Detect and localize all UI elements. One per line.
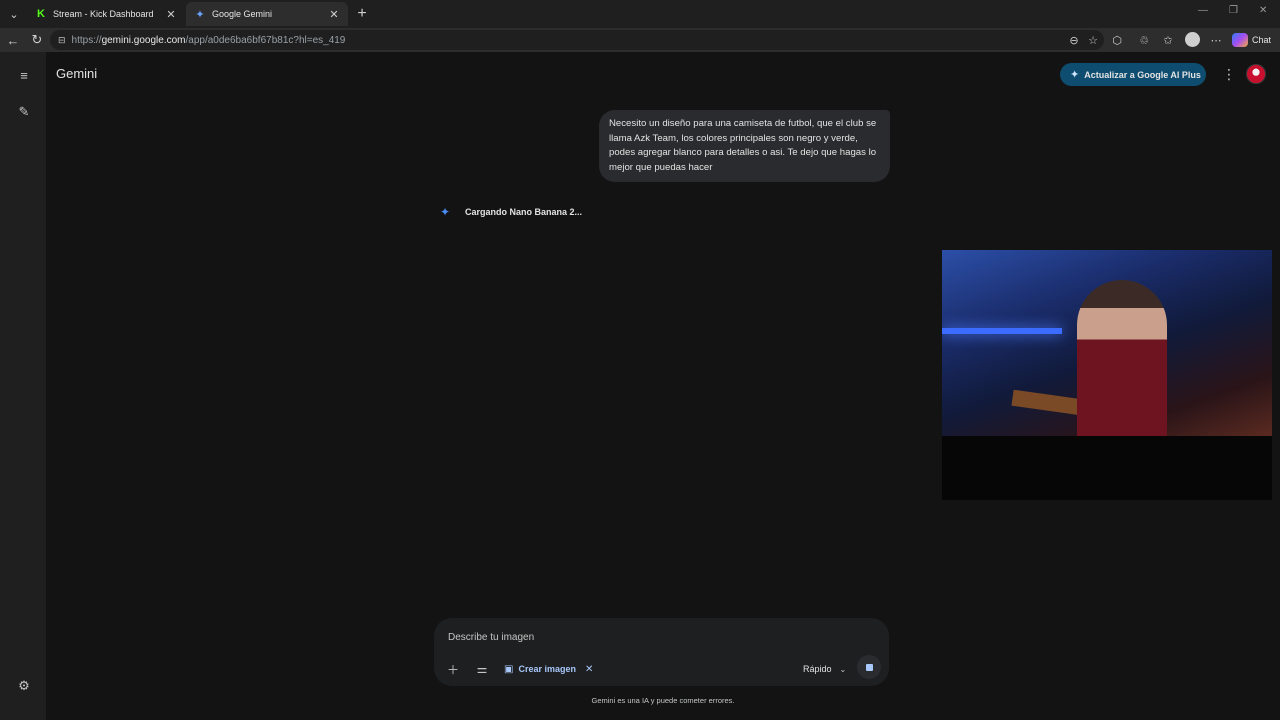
close-icon[interactable]: ✕: [165, 8, 177, 21]
upgrade-label: Actualizar a Google AI Plus: [1084, 69, 1201, 80]
browser-toolbar: ← ↻ ⊟ https://gemini.google.com/app/a0de…: [0, 28, 1280, 52]
gemini-icon: ✦: [195, 8, 205, 21]
url-prefix: https://: [71, 34, 102, 46]
remove-chip-close-icon[interactable]: ✕: [585, 664, 593, 675]
account-avatar[interactable]: [1246, 64, 1266, 84]
settings-gear-icon[interactable]: ⚙: [14, 676, 34, 696]
chat-label: Chat: [1252, 35, 1272, 45]
zoom-icon[interactable]: ⊖: [1065, 31, 1083, 49]
add-plus-icon[interactable]: ＋: [444, 660, 462, 678]
side-rail: ≡ ✎ ⚙: [0, 52, 46, 720]
create-image-label: Crear imagen: [518, 664, 576, 674]
loading-text: Cargando Nano Banana 2...: [465, 207, 583, 217]
sparkle-icon: ✦: [1070, 69, 1080, 81]
tools-sliders-icon[interactable]: ⚌: [473, 660, 491, 678]
tab-title: Stream - Kick Dashboard: [53, 9, 154, 19]
minimize-icon[interactable]: —: [1198, 5, 1208, 16]
kebab-menu-icon[interactable]: ⋮: [1222, 66, 1236, 82]
restore-icon[interactable]: ❐: [1229, 5, 1238, 16]
browser-essentials-icon[interactable]: ♲: [1135, 31, 1153, 49]
tab-search-chevron-icon[interactable]: ⌄: [4, 4, 24, 24]
back-arrow-icon[interactable]: ←: [4, 31, 22, 49]
gemini-spark-icon: ✦: [439, 205, 451, 219]
site-info-icon[interactable]: ⊟: [58, 35, 66, 46]
more-options-icon[interactable]: ⋯: [1207, 31, 1225, 49]
new-tab-plus-icon[interactable]: +: [352, 4, 372, 24]
model-loading-status: ✦ Cargando Nano Banana 2...: [438, 205, 582, 219]
kick-icon: K: [37, 8, 45, 20]
image-gallery-icon: ▣: [504, 663, 514, 675]
prompt-input[interactable]: Describe tu imagen: [448, 632, 534, 643]
extensions-icon[interactable]: ⬡: [1108, 31, 1126, 49]
window-close-icon[interactable]: ✕: [1259, 5, 1267, 16]
url-path: /app/a0de6ba6bf67b81c?hl=es_419: [185, 34, 346, 46]
copilot-chat-button[interactable]: Chat: [1232, 31, 1271, 49]
star-bookmark-icon[interactable]: ☆: [1084, 31, 1102, 49]
browser-tab-strip: ⌄ K Stream - Kick Dashboard ✕ ✦ Google G…: [0, 0, 1280, 28]
new-chat-edit-icon[interactable]: ✎: [14, 102, 34, 122]
address-bar[interactable]: ⊟ https://gemini.google.com/app/a0de6ba6…: [50, 30, 1104, 50]
tab-kick-dashboard[interactable]: K Stream - Kick Dashboard ✕: [27, 2, 185, 26]
gemini-app: ≡ ✎ ⚙ Gemini ✦ Actualizar a Google AI Pl…: [0, 52, 1280, 720]
tab-title: Google Gemini: [212, 9, 273, 19]
chevron-down-icon: ⌄: [839, 664, 847, 674]
tab-google-gemini[interactable]: ✦ Google Gemini ✕: [186, 2, 348, 26]
url-host: gemini.google.com: [101, 34, 186, 46]
menu-hamburger-icon[interactable]: ≡: [14, 65, 34, 85]
create-image-chip[interactable]: ▣ Crear imagen ✕: [504, 660, 593, 678]
mode-selector[interactable]: Rápido ⌄: [803, 660, 846, 678]
streamer-figure: [1077, 280, 1167, 436]
stop-square-icon: [865, 663, 873, 671]
chat-main: Gemini ✦ Actualizar a Google AI Plus ⋮ N…: [46, 52, 1280, 720]
favorites-icon[interactable]: ✩: [1159, 31, 1177, 49]
stop-generation-button[interactable]: [857, 655, 881, 679]
user-message-bubble: Necesito un diseño para una camiseta de …: [599, 110, 890, 182]
close-icon[interactable]: ✕: [328, 8, 340, 21]
mode-label: Rápido: [803, 664, 832, 674]
webcam-overlay: [942, 250, 1272, 500]
profile-avatar[interactable]: [1185, 32, 1200, 47]
led-light-strip: [942, 328, 1062, 334]
copilot-icon: [1232, 33, 1248, 47]
upgrade-button[interactable]: ✦ Actualizar a Google AI Plus: [1060, 63, 1206, 86]
brand-title[interactable]: Gemini: [56, 66, 97, 81]
reload-icon[interactable]: ↻: [28, 31, 46, 49]
prompt-composer: Describe tu imagen ＋ ⚌ ▣ Crear imagen ✕ …: [434, 618, 889, 686]
webcam-feed-image: [942, 250, 1272, 436]
footer-disclaimer: Gemini es una IA y puede cometer errores…: [591, 696, 735, 705]
